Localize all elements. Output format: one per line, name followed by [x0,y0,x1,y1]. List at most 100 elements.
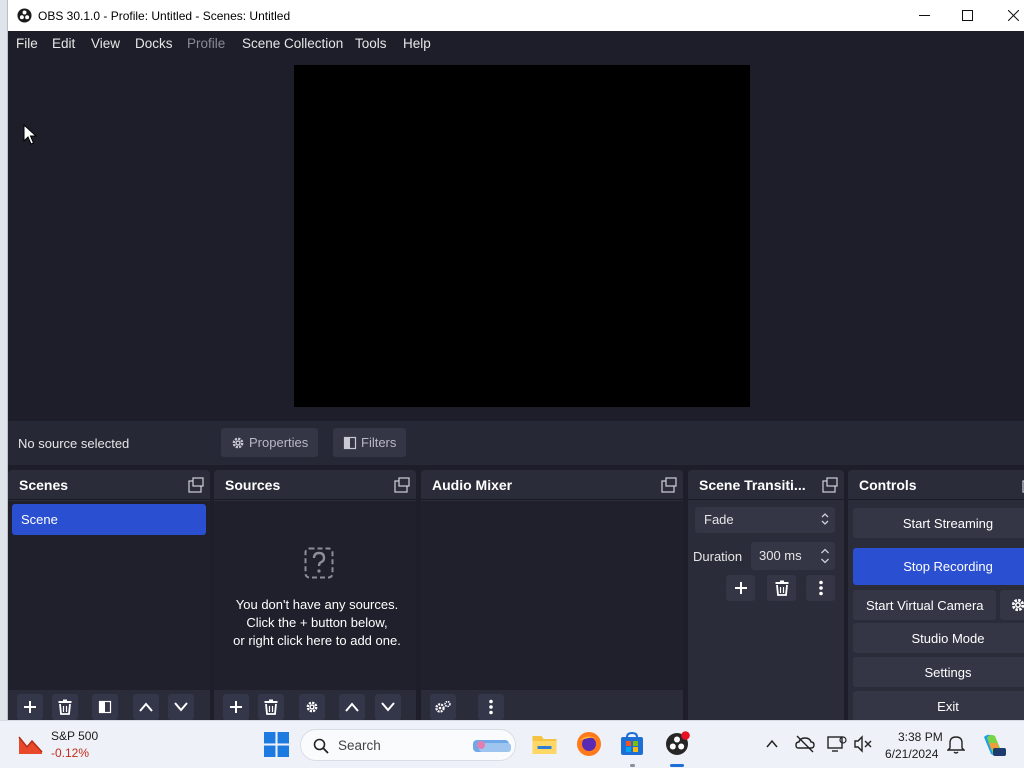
volume-muted-icon[interactable] [853,735,873,753]
start-streaming-button[interactable]: Start Streaming [853,508,1024,538]
plus-icon [734,582,747,594]
close-button[interactable] [990,0,1024,31]
chevron-down-icon [381,702,395,712]
stock-name: S&P 500 [51,729,99,743]
scene-transitions-dock: Scene Transiti... Fade Duration 300 ms [688,470,844,720]
move-scene-down-button[interactable] [168,694,194,720]
gear-icon [232,437,244,448]
controls-dock: Controls Start Streaming Stop Recording … [848,470,1024,720]
trash-icon [775,580,788,596]
gear-icon [306,701,318,713]
start-virtual-camera-button[interactable]: Start Virtual Camera [853,590,996,620]
settings-button[interactable]: Settings [853,657,1024,687]
add-transition-button[interactable] [726,575,755,601]
clock-date[interactable]: 6/21/2024 [885,747,938,761]
chevron-up-icon [139,702,153,712]
active-app-indicator [670,764,684,767]
move-source-down-button[interactable] [375,694,401,720]
search-icon [313,738,329,754]
move-scene-up-button[interactable] [133,694,159,720]
sources-empty-message: You don't have any sources. Click the + … [214,596,420,650]
move-source-up-button[interactable] [339,694,365,720]
spin-arrows-icon[interactable] [819,546,831,566]
network-offline-icon[interactable] [795,735,815,753]
file-explorer-icon[interactable] [531,731,558,757]
transition-select[interactable]: Fade [695,507,835,533]
undock-icon[interactable] [188,477,204,493]
source-properties-button[interactable] [299,694,325,720]
scene-transitions-dock-title: Scene Transiti... [688,470,844,500]
properties-button[interactable]: Properties [221,428,319,457]
remove-transition-button[interactable] [767,575,796,601]
scene-filters-button[interactable] [92,694,118,720]
taskbar-search[interactable]: Search [300,729,516,761]
menu-scene-collection[interactable]: Scene Collection [242,36,343,51]
add-scene-button[interactable] [17,694,43,720]
title-bar: OBS 30.1.0 - Profile: Untitled - Scenes:… [8,0,1024,31]
audio-mixer-area [421,501,683,690]
menu-edit[interactable]: Edit [52,36,75,51]
menu-file[interactable]: File [16,36,38,51]
controls-title: Controls [859,477,917,493]
menu-bar: File Edit View Docks Profile Scene Colle… [8,31,1024,56]
studio-mode-button[interactable]: Studio Mode [853,623,1024,653]
maximize-icon [961,10,973,21]
clock-time[interactable]: 3:38 PM [898,730,943,744]
filters-label: Filters [361,435,397,450]
audio-more-button[interactable] [478,694,504,720]
obs-taskbar-icon[interactable] [664,731,690,757]
menu-view[interactable]: View [91,36,120,51]
obs-window: OBS 30.1.0 - Profile: Untitled - Scenes:… [8,0,1024,720]
microsoft-store-icon[interactable] [619,731,645,757]
list-item[interactable]: Scene [12,504,206,535]
exit-button[interactable]: Exit [853,691,1024,720]
minimize-icon [918,15,930,16]
menu-tools[interactable]: Tools [355,36,387,51]
scenes-dock: Scenes Scene [8,470,210,720]
copilot-icon[interactable] [980,732,1006,758]
remove-scene-button[interactable] [52,694,78,720]
trash-icon [58,699,72,715]
filter-icon [98,700,112,714]
gear-icon [435,700,451,713]
duration-value: 300 ms [759,548,802,563]
audio-mixer-footer [421,690,683,720]
empty-line: Click the + button below, [246,615,388,630]
undock-icon[interactable] [661,477,677,493]
display-icon[interactable] [827,735,847,753]
virtual-camera-settings-button[interactable] [1000,590,1024,620]
stock-change: -0.12% [51,746,90,760]
chevron-up-icon[interactable] [765,737,779,751]
mouse-cursor-icon [23,124,37,145]
running-app-indicator [630,764,635,767]
sources-dock: Sources You don't have any sources. Clic… [214,470,416,720]
add-source-button[interactable] [223,694,249,720]
window-title: OBS 30.1.0 - Profile: Untitled - Scenes:… [38,9,291,23]
undock-icon[interactable] [822,477,838,493]
minimize-button[interactable] [901,0,947,31]
transition-more-button[interactable] [806,575,835,601]
firefox-icon[interactable] [576,731,602,757]
trash-icon [264,699,278,715]
controls-dock-title: Controls [848,470,1024,500]
program-preview[interactable] [294,65,750,407]
chevron-up-icon [345,702,359,712]
filters-button[interactable]: Filters [333,428,407,457]
stop-recording-button[interactable]: Stop Recording [853,548,1024,585]
duration-spinbox[interactable]: 300 ms [751,542,835,570]
menu-docks[interactable]: Docks [135,36,173,51]
maximize-button[interactable] [944,0,990,31]
windows-start-icon[interactable] [264,732,289,757]
properties-label: Properties [249,435,309,450]
remove-source-button[interactable] [258,694,284,720]
gear-icon [1011,598,1024,612]
scenes-title: Scenes [19,477,69,493]
menu-help[interactable]: Help [403,36,431,51]
menu-profile[interactable]: Profile [187,36,225,51]
duration-label: Duration [693,549,743,564]
notification-bell-icon[interactable] [947,735,965,755]
advanced-audio-button[interactable] [430,694,456,720]
empty-line: You don't have any sources. [235,597,399,612]
undock-icon[interactable] [394,477,410,493]
sources-title: Sources [225,477,281,493]
